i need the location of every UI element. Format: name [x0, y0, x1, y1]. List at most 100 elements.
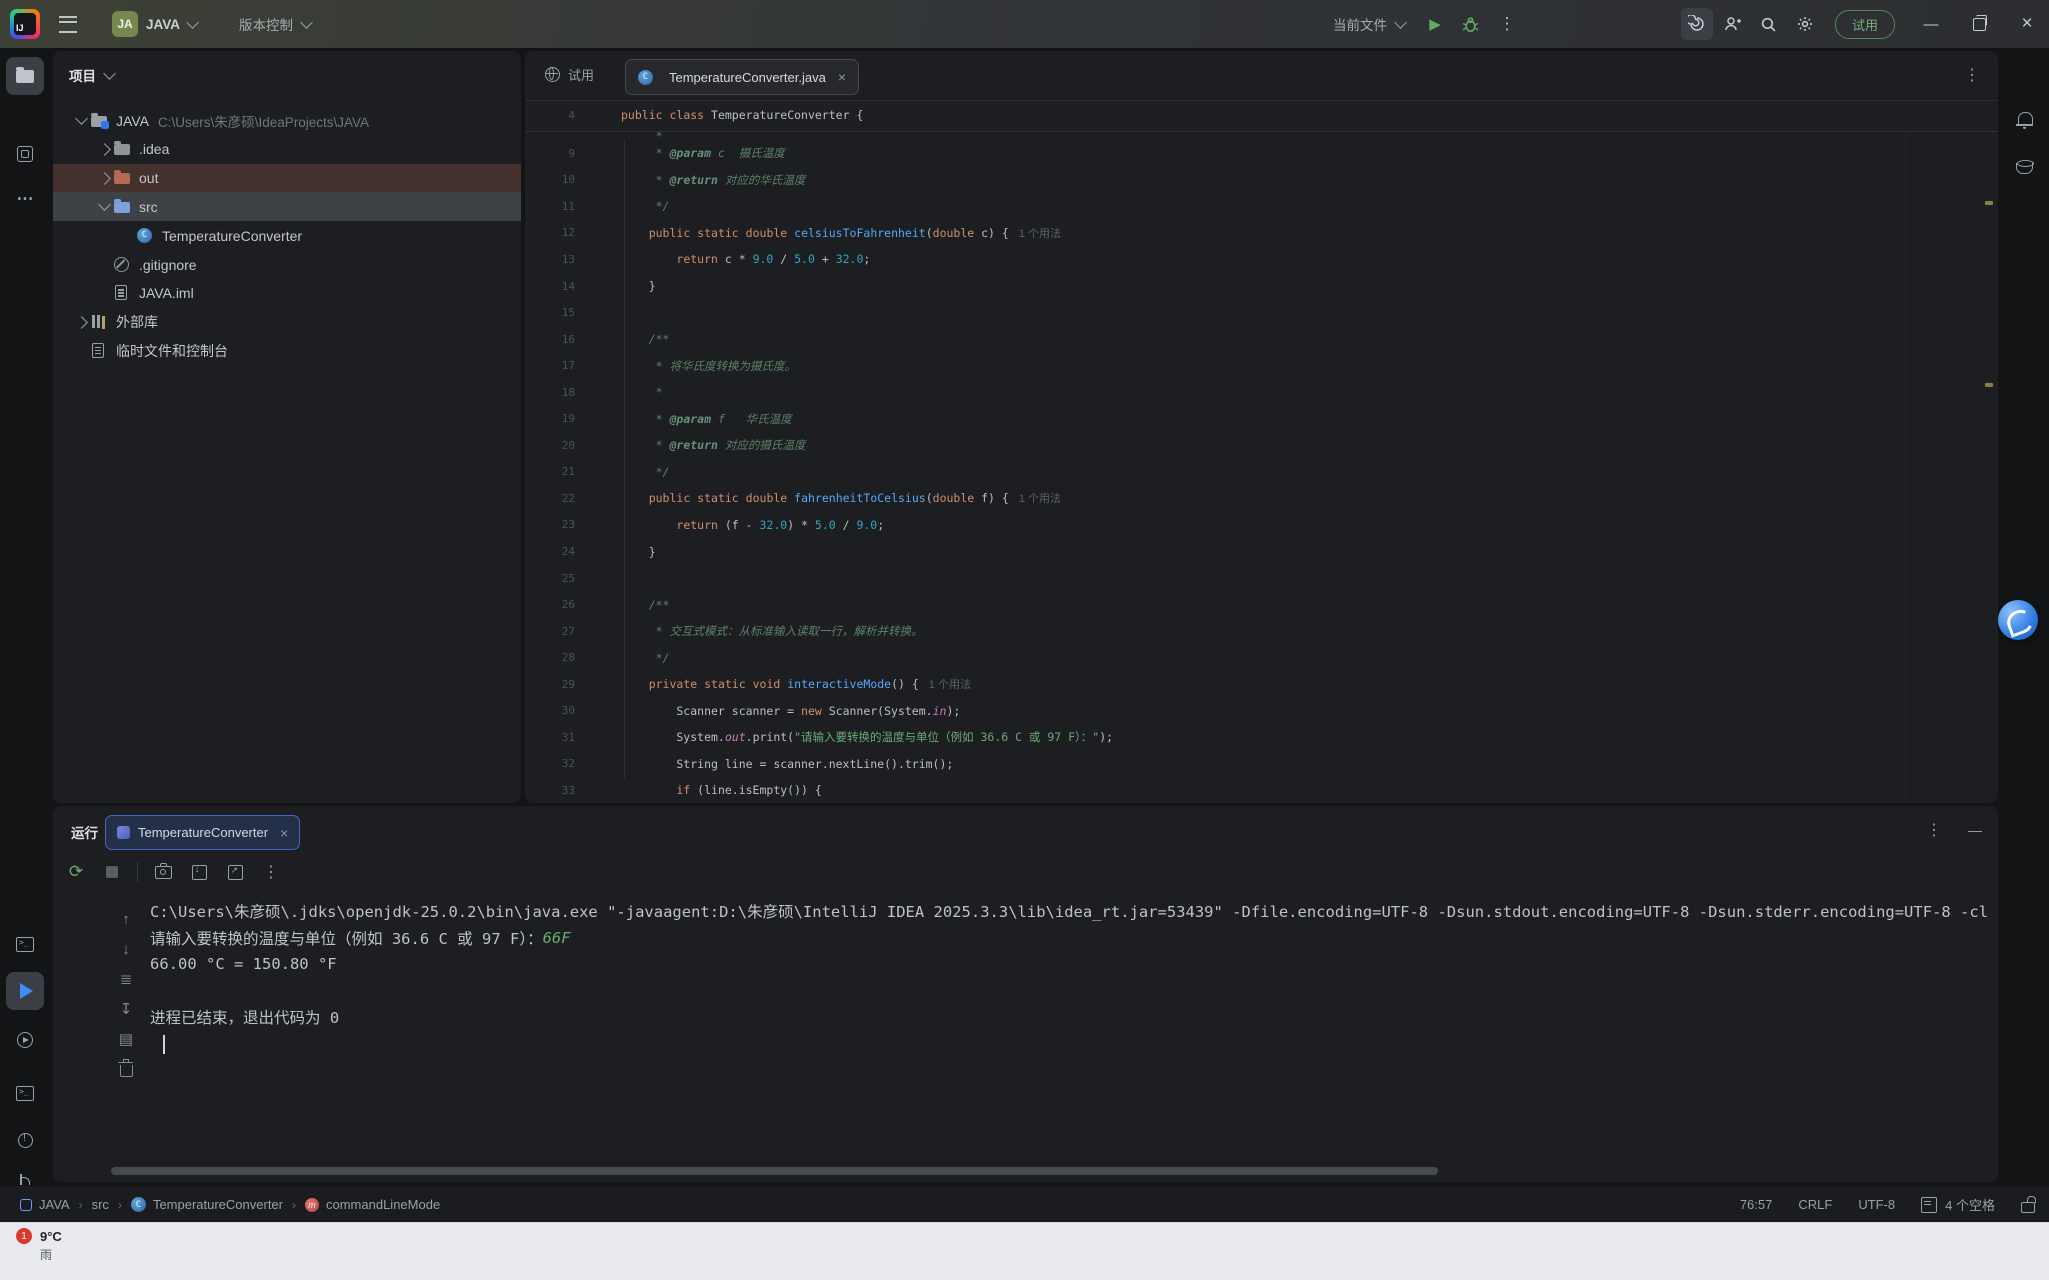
line-number[interactable]: 21	[525, 465, 587, 478]
maximize-button[interactable]	[1957, 0, 2001, 48]
tree-item-.gitignore[interactable]: .gitignore	[53, 250, 521, 279]
chevron-down-icon[interactable]	[71, 118, 91, 123]
code-line-23[interactable]: 23 return (f - 32.0) * 5.0 / 9.0;	[525, 512, 1998, 539]
error-stripe-mark[interactable]	[1985, 383, 1993, 387]
line-number[interactable]: 19	[525, 412, 587, 425]
line-number[interactable]: 30	[525, 704, 587, 717]
debug-button[interactable]	[1455, 8, 1487, 40]
line-number[interactable]: 32	[525, 757, 587, 770]
tree-item-外部库[interactable]: 外部库	[53, 308, 521, 337]
code-line-9[interactable]: 9 * @param c 摄氏温度	[525, 140, 1998, 167]
more-run-actions-button[interactable]: ⋮	[1491, 8, 1523, 40]
line-number[interactable]: 33	[525, 784, 587, 797]
run-tab-close-icon[interactable]: ×	[280, 825, 288, 841]
close-button[interactable]: ×	[2005, 0, 2049, 48]
line-number[interactable]: 25	[525, 572, 587, 585]
code-line-11[interactable]: 11 */	[525, 193, 1998, 220]
tree-item-src[interactable]: src	[53, 192, 521, 221]
error-stripe-mark[interactable]	[1985, 201, 1993, 205]
floating-assistant-button[interactable]	[1998, 600, 2038, 640]
line-number[interactable]: 9	[525, 147, 587, 160]
tab-options-button[interactable]: ⋮	[1964, 65, 1980, 85]
line-number[interactable]: 29	[525, 678, 587, 691]
code-line-16[interactable]: 16 /**	[525, 326, 1998, 353]
code-line-29[interactable]: 29 private static void interactiveMode()…	[525, 671, 1998, 698]
line-number[interactable]: 26	[525, 598, 587, 611]
dump-button[interactable]	[186, 859, 212, 885]
unlock-icon[interactable]	[2021, 1202, 2035, 1213]
code-line-31[interactable]: 31 System.out.print("请输入要转换的温度与单位（例如 36.…	[525, 724, 1998, 751]
code-line-33[interactable]: 33 if (line.isEmpty()) {	[525, 777, 1998, 803]
code-line-26[interactable]: 26 /**	[525, 591, 1998, 618]
code-line-12[interactable]: 12 public static double celsiusToFahrenh…	[525, 220, 1998, 247]
scroll-down-button[interactable]: ↓	[111, 934, 141, 964]
line-number[interactable]: 20	[525, 439, 587, 452]
terminal-tool-icon[interactable]	[6, 1074, 44, 1112]
chevron-down-icon[interactable]	[94, 204, 114, 209]
line-number[interactable]: 11	[525, 200, 587, 213]
thread-dump-button[interactable]	[150, 859, 176, 885]
code-with-me-button[interactable]	[1717, 8, 1749, 40]
chevron-right-icon[interactable]	[94, 174, 114, 183]
breadcrumb-item-TemperatureConverter[interactable]: CTemperatureConverter	[131, 1197, 283, 1212]
run-tab[interactable]: TemperatureConverter ×	[105, 815, 300, 850]
more-actions-button[interactable]: ⋮	[258, 859, 284, 885]
breadcrumb-item-commandLineMode[interactable]: mcommandLineMode	[305, 1197, 440, 1212]
console-output[interactable]: C:\Users\朱彦硕\.jdks\openjdk-25.0.2\bin\ja…	[150, 898, 1988, 1162]
code-line-17[interactable]: 17 * 将华氏度转换为摄氏度。	[525, 352, 1998, 379]
code-line-25[interactable]: 25	[525, 565, 1998, 592]
run-panel-hide-button[interactable]: —	[1968, 822, 1982, 838]
editor-tab[interactable]: C TemperatureConverter.java ×	[625, 59, 859, 95]
code-line-20[interactable]: 20 * @return 对应的摄氏温度	[525, 432, 1998, 459]
run-panel-more-button[interactable]: ⋮	[1926, 820, 1942, 840]
file-encoding[interactable]: UTF-8	[1858, 1197, 1895, 1212]
stop-button[interactable]	[99, 859, 125, 885]
ai-assistant-button[interactable]	[1681, 8, 1713, 40]
weather-widget[interactable]: 1 9°C 雨	[14, 1229, 62, 1263]
main-menu-button[interactable]	[52, 8, 84, 40]
rerun-button[interactable]: ⟳	[63, 859, 89, 885]
code-line-28[interactable]: 28 */	[525, 644, 1998, 671]
line-number[interactable]: 14	[525, 280, 587, 293]
clear-button[interactable]	[111, 1054, 141, 1084]
services-tool-icon[interactable]	[6, 1021, 44, 1059]
breadcrumb-item-src[interactable]: src	[92, 1197, 109, 1212]
line-number[interactable]: 18	[525, 386, 587, 399]
run-config-selector[interactable]: 当前文件	[1333, 14, 1405, 34]
tree-item-临时文件和控制台[interactable]: 临时文件和控制台	[53, 336, 521, 365]
open-in-editor-button[interactable]	[222, 859, 248, 885]
trial-tab[interactable]: 试用	[545, 65, 594, 84]
run-tool-icon[interactable]	[6, 972, 44, 1010]
minimize-button[interactable]: —	[1909, 0, 1953, 48]
line-separator[interactable]: CRLF	[1798, 1197, 1832, 1212]
soft-wrap-button[interactable]: ≣	[111, 964, 141, 994]
tree-item-.idea[interactable]: .idea	[53, 135, 521, 164]
code-line-27[interactable]: 27 * 交互式模式：从标准输入读取一行，解析并转换。	[525, 618, 1998, 645]
project-panel-header[interactable]: 项目	[69, 65, 114, 85]
code-line-partial[interactable]: *	[525, 132, 1998, 140]
line-number[interactable]: 22	[525, 492, 587, 505]
console-horizontal-scrollbar[interactable]	[111, 1167, 1438, 1175]
line-number[interactable]: 10	[525, 173, 587, 186]
code-line-18[interactable]: 18 *	[525, 379, 1998, 406]
project-selector[interactable]: JA JAVA	[112, 11, 197, 37]
indent-setting[interactable]: 4 个空格	[1921, 1195, 1995, 1214]
line-number[interactable]: 24	[525, 545, 587, 558]
print-button[interactable]: ▤	[111, 1024, 141, 1054]
code-line-4[interactable]: 4public class TemperatureConverter {	[525, 102, 1998, 129]
database-tool-icon[interactable]	[2006, 148, 2044, 186]
line-number[interactable]: 16	[525, 333, 587, 346]
search-everywhere-button[interactable]	[1753, 8, 1785, 40]
code-line-22[interactable]: 22 public static double fahrenheitToCels…	[525, 485, 1998, 512]
scroll-up-button[interactable]: ↑	[111, 904, 141, 934]
line-number[interactable]: 13	[525, 253, 587, 266]
chevron-right-icon[interactable]	[94, 145, 114, 154]
line-number[interactable]: 15	[525, 306, 587, 319]
code-line-10[interactable]: 10 * @return 对应的华氏温度	[525, 167, 1998, 194]
line-number[interactable]: 27	[525, 625, 587, 638]
settings-button[interactable]	[1789, 8, 1821, 40]
scroll-to-end-button[interactable]: ↧	[111, 994, 141, 1024]
code-line-13[interactable]: 13 return c * 9.0 / 5.0 + 32.0;	[525, 246, 1998, 273]
code-line-14[interactable]: 14 }	[525, 273, 1998, 300]
line-number[interactable]: 4	[525, 109, 587, 122]
